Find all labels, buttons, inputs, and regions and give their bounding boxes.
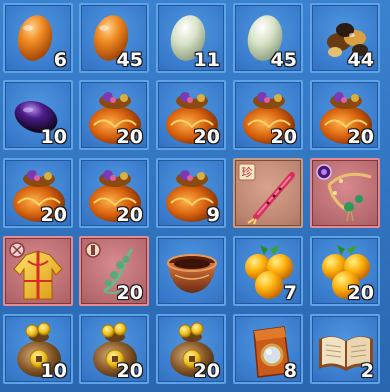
inventory-slot[interactable]: 珍 <box>233 158 303 228</box>
item-count: 20 <box>347 282 374 304</box>
rare-badge: 珍 <box>242 166 253 179</box>
inventory-slot[interactable] <box>310 158 380 228</box>
red-flute-icon: 珍 <box>238 163 295 225</box>
inventory-slot[interactable] <box>156 236 226 306</box>
item-count: 2 <box>360 360 374 382</box>
inventory-slot[interactable]: 8 <box>233 314 303 384</box>
item-count: 20 <box>40 204 67 226</box>
item-count: 6 <box>53 49 67 71</box>
inventory-slot[interactable]: 20 <box>233 80 303 150</box>
inventory-slot[interactable]: 20 <box>79 80 149 150</box>
item-count: 7 <box>283 282 297 304</box>
item-count: 20 <box>347 126 374 148</box>
item-count: 8 <box>283 360 297 382</box>
item-count: 20 <box>270 126 297 148</box>
item-count: 45 <box>270 49 297 71</box>
item-count: 20 <box>116 204 143 226</box>
inventory-grid: 6 45 11 45 44 10 20 20 20 20 20 20 9 珍 2… <box>0 0 390 392</box>
inventory-slot[interactable]: 6 <box>3 3 73 73</box>
item-count: 9 <box>206 204 220 226</box>
inventory-slot[interactable] <box>3 236 73 306</box>
inventory-slot[interactable]: 44 <box>310 3 380 73</box>
inventory-slot[interactable]: 2 <box>310 314 380 384</box>
item-count: 20 <box>193 360 220 382</box>
item-count: 20 <box>193 126 220 148</box>
item-count: 20 <box>116 282 143 304</box>
inventory-slot[interactable]: 11 <box>156 3 226 73</box>
inventory-slot[interactable]: 20 <box>310 80 380 150</box>
clay-bowl-icon <box>167 254 217 293</box>
item-count: 11 <box>193 49 220 71</box>
inventory-slot[interactable]: 10 <box>3 314 73 384</box>
inventory-slot[interactable]: 20 <box>3 158 73 228</box>
inventory-slot[interactable]: 20 <box>156 314 226 384</box>
golden-robe-icon <box>9 242 63 300</box>
inventory-slot[interactable]: 20 <box>79 236 149 306</box>
inventory-slot[interactable]: 10 <box>3 80 73 150</box>
item-count: 45 <box>116 49 143 71</box>
inventory-slot[interactable]: 20 <box>310 236 380 306</box>
inventory-slot[interactable]: 7 <box>233 236 303 306</box>
inventory-slot[interactable]: 9 <box>156 158 226 228</box>
item-count: 20 <box>116 360 143 382</box>
inventory-slot[interactable]: 45 <box>79 3 149 73</box>
inventory-slot[interactable]: 20 <box>79 158 149 228</box>
item-count: 44 <box>347 49 374 71</box>
inventory-slot[interactable]: 20 <box>79 314 149 384</box>
jade-necklace-icon <box>316 164 372 222</box>
inventory-slot[interactable]: 45 <box>233 3 303 73</box>
item-count: 20 <box>116 126 143 148</box>
item-count: 10 <box>40 360 67 382</box>
inventory-slot[interactable]: 20 <box>156 80 226 150</box>
item-count: 10 <box>40 126 67 148</box>
